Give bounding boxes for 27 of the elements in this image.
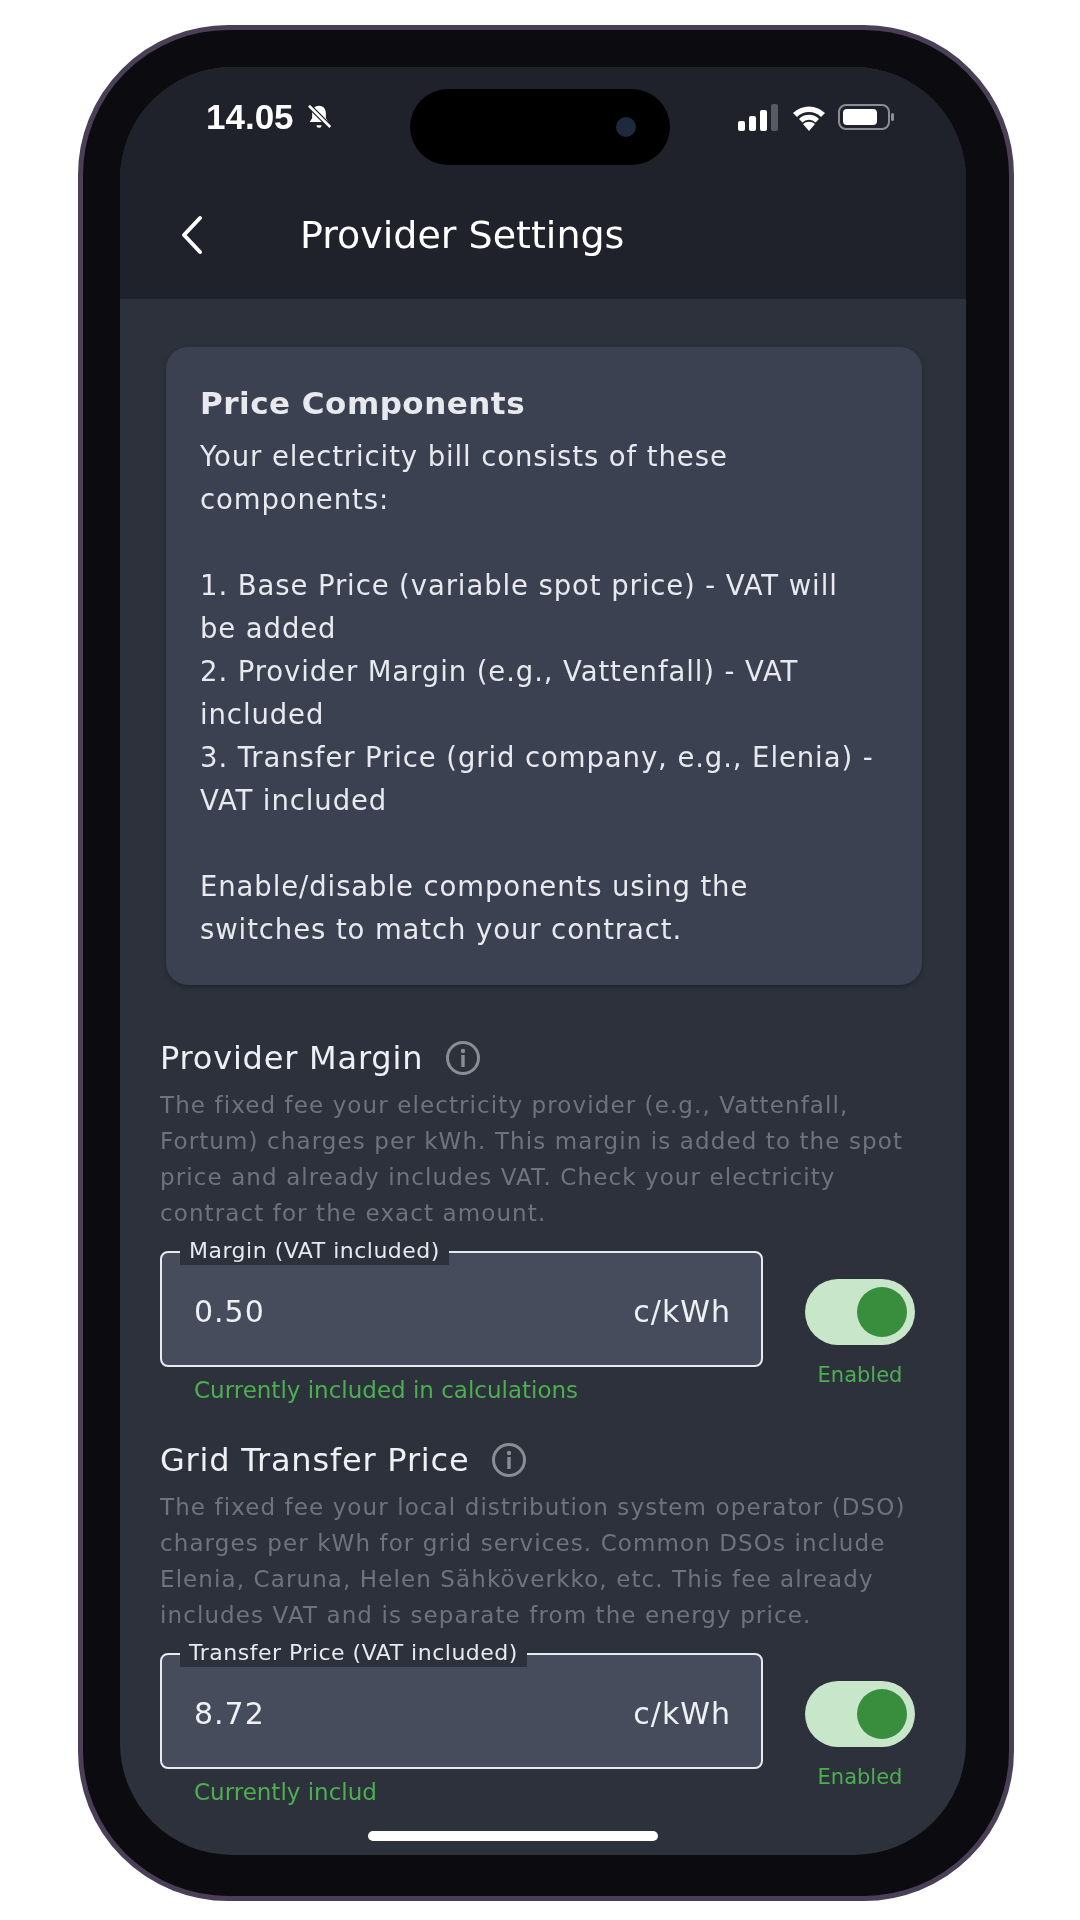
list-item: 3. Transfer Price (grid company, e.g., Elenia) - VAT included bbox=[200, 740, 875, 818]
description: The fixed fee your electricity provider (e.g., Vattenfall, Fortum) charges per kWh. This margin is added to the spot price and already includes VAT. Check your electricity contract for the exact amount. bbox=[160, 1091, 905, 1228]
info-icon[interactable] bbox=[491, 1442, 528, 1478]
description: The fixed fee your local distribution system operator (DSO) charges per kWh for grid services. Common DSOs include Elenia, Caruna, Helen Sähköverkko, etc. This fee already includes VAT and is separate from the energy price. bbox=[160, 1493, 907, 1630]
info-icon[interactable] bbox=[445, 1040, 482, 1076]
field-value: 8.72 bbox=[194, 1695, 266, 1731]
list-item: 2. Provider Margin (e.g., Vattenfall) - VAT included bbox=[200, 654, 800, 732]
screen-title: Provider Settings bbox=[300, 213, 625, 257]
section-title: Provider Margin bbox=[160, 1039, 424, 1077]
helper-text: Currently included in calculations bbox=[194, 1377, 580, 1403]
section-title: Grid Transfer Price bbox=[160, 1441, 470, 1479]
card-text: Enable/disable components using the switches to match your contract. bbox=[200, 869, 750, 947]
card-text: Your electricity bill consists of these components: bbox=[200, 439, 729, 517]
switch-label: Enabled bbox=[817, 1765, 903, 1789]
signal-icon bbox=[738, 103, 780, 131]
status-time: 14.05 bbox=[206, 97, 294, 137]
input-field[interactable]: Margin (VAT included) 0.50 c/kWh bbox=[160, 1237, 763, 1367]
unit-label: c/kWh bbox=[633, 1293, 731, 1329]
card-title: Price Components bbox=[200, 385, 527, 421]
helper-text: Currently includ bbox=[194, 1779, 378, 1805]
switch-label: Enabled bbox=[817, 1363, 903, 1387]
field-value: 0.50 bbox=[194, 1293, 266, 1329]
back-icon[interactable] bbox=[180, 215, 204, 255]
battery-icon bbox=[838, 103, 896, 131]
list-item: 1. Base Price (variable spot price) - VAT will be added bbox=[200, 568, 839, 646]
unit-label: c/kWh bbox=[633, 1695, 731, 1731]
input-field[interactable]: Transfer Price (VAT included) 8.72 c/kWh bbox=[160, 1639, 763, 1769]
